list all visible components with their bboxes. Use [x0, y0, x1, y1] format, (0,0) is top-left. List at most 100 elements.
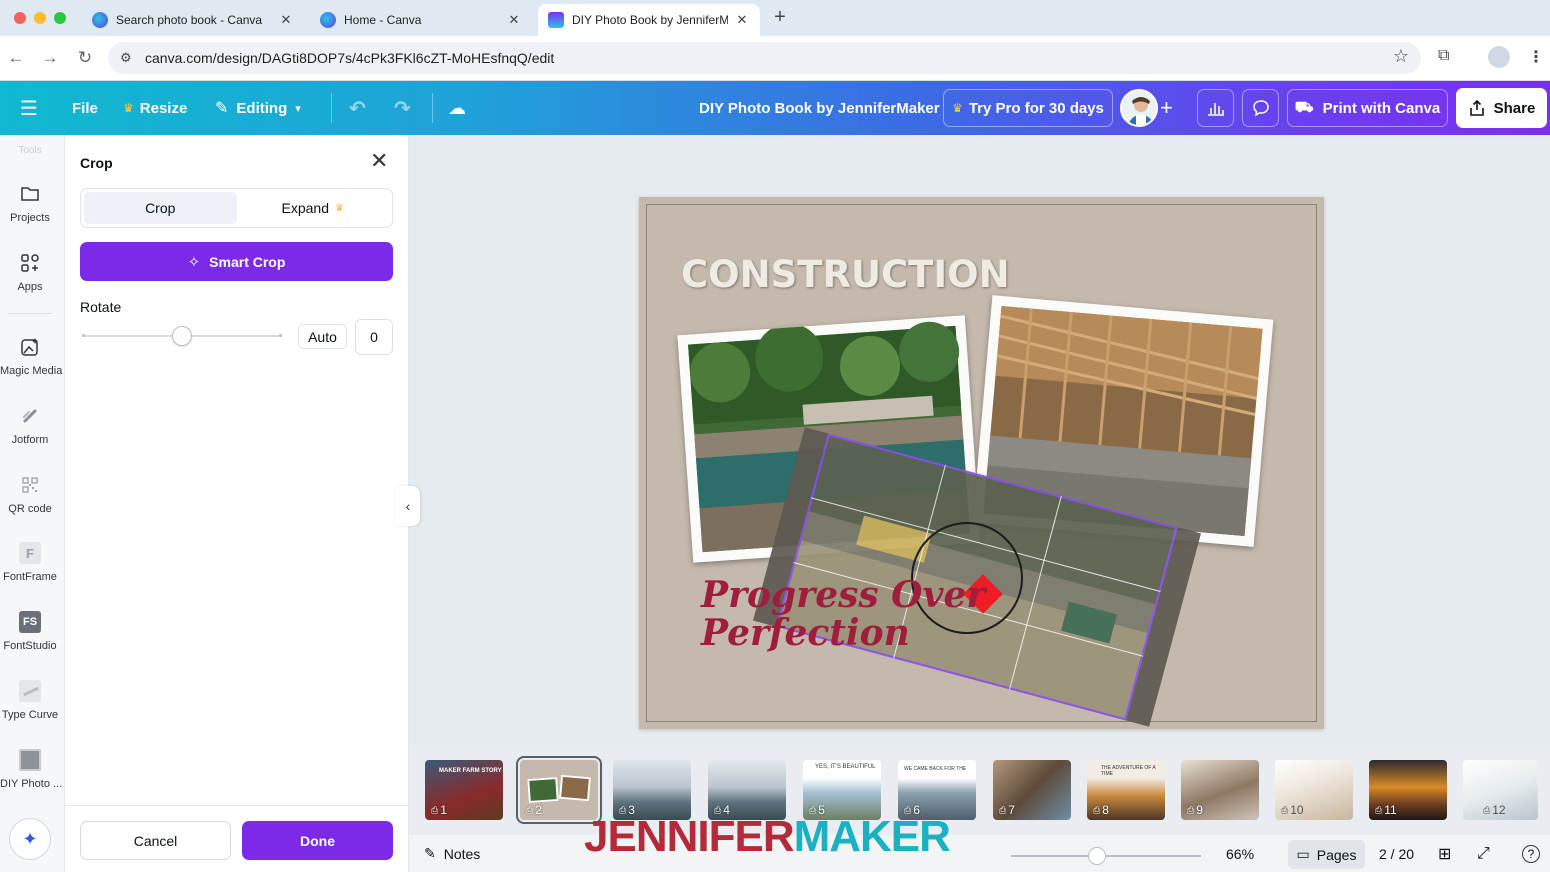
url-omnibox[interactable]: ⚙ canva.com/design/DAGti8DOP7s/4cPk3FKl6… — [108, 42, 1421, 74]
close-icon[interactable]: ✕ — [506, 12, 522, 28]
page-number: 8 — [1102, 803, 1109, 817]
cast-icon[interactable]: ⧉ — [1438, 47, 1449, 65]
tab-expand[interactable]: Expand ♛ — [237, 192, 390, 224]
user-avatar[interactable] — [1120, 89, 1158, 127]
rail-item-jotform[interactable]: Jotform — [0, 404, 60, 446]
fullscreen-icon[interactable]: ⤢ — [1477, 835, 1490, 872]
browser-tab[interactable]: Home - Canva ✕ — [310, 4, 532, 36]
collapse-panel-chevron-icon[interactable]: ‹ — [396, 486, 420, 526]
book-favicon-icon — [548, 12, 564, 28]
zoom-slider-track[interactable] — [1011, 855, 1201, 857]
cancel-button[interactable]: Cancel — [80, 821, 231, 860]
comment-icon[interactable] — [1242, 89, 1279, 127]
document-title[interactable]: DIY Photo Book by JenniferMaker — [699, 81, 940, 135]
done-label: Done — [300, 832, 335, 849]
watermark-part2: MAKER — [793, 812, 951, 861]
add-collaborator-icon[interactable]: + — [1160, 81, 1173, 135]
page-number: 9 — [1196, 803, 1203, 817]
document-title-text: DIY Photo Book by JenniferMaker — [699, 99, 940, 117]
rail-label: FontStudio — [3, 640, 57, 652]
page-thumbnail[interactable]: YES, IT'S BEAUTIFUL ⎙ 5 — [803, 760, 881, 820]
window-close-control[interactable] — [14, 12, 26, 24]
tab-crop[interactable]: Crop — [84, 192, 237, 224]
close-icon[interactable]: ✕ — [370, 150, 388, 172]
undo-icon[interactable]: ↶ — [349, 81, 366, 135]
rail-label: Magic Media — [0, 365, 63, 377]
smart-crop-button[interactable]: ✧ Smart Crop — [80, 242, 393, 281]
profile-avatar-icon[interactable] — [1488, 46, 1510, 68]
close-icon[interactable]: ✕ — [734, 12, 750, 28]
page-number: 10 — [1290, 803, 1304, 817]
page-thumbnail[interactable]: ⎙ 12 — [1463, 760, 1538, 820]
print-with-canva-button[interactable]: ⛟ Print with Canva — [1287, 89, 1448, 127]
back-arrow-icon[interactable]: ← — [4, 46, 28, 70]
rail-item-qr-code[interactable]: QR code — [0, 473, 60, 515]
zoom-slider-handle[interactable] — [1087, 847, 1106, 865]
forward-arrow-icon[interactable]: → — [38, 46, 62, 70]
rail-item-fontframe[interactable]: F FontFrame — [0, 541, 60, 583]
chevron-down-icon: ▾ — [295, 102, 301, 115]
page-thumbnail[interactable]: ⎙ 3 — [613, 760, 691, 820]
notes-button[interactable]: ✎ Notes — [424, 835, 480, 872]
notes-label: Notes — [443, 845, 481, 862]
rail-item-diy-photo[interactable]: DIY Photo ... — [0, 748, 62, 790]
window-zoom-control[interactable] — [54, 12, 66, 24]
canva-assistant-sparkle-icon[interactable]: ✦ — [9, 818, 51, 860]
rail-item-magic-media[interactable]: Magic Media — [0, 335, 63, 377]
share-button[interactable]: Share — [1456, 88, 1547, 128]
reload-icon[interactable]: ↻ — [73, 46, 97, 70]
rotate-slider-handle[interactable] — [172, 326, 192, 346]
page-thumbnail[interactable]: ⎙ 7 — [993, 760, 1071, 820]
page-thumbnail-selected[interactable]: ⎙ 2 — [516, 756, 602, 824]
kebab-menu-icon[interactable]: ⋮ — [1528, 47, 1544, 67]
resize-button[interactable]: ♛ Resize — [123, 81, 187, 135]
page-number: 1 — [440, 803, 447, 817]
hamburger-menu-icon[interactable]: ☰ — [20, 81, 38, 135]
pages-button[interactable]: ▭ Pages — [1288, 840, 1365, 869]
site-settings-icon[interactable]: ⚙ — [120, 50, 132, 66]
canva-favicon-icon — [320, 12, 336, 28]
page-thumbnail[interactable]: MAKER FARM STORY ⎙ 1 — [425, 760, 503, 820]
watermark-part1: JENNIFER — [584, 812, 795, 861]
insights-chart-icon[interactable] — [1197, 89, 1234, 127]
page-thumbnail[interactable]: ⎙ 11 — [1369, 760, 1447, 820]
thumbnail-caption: WE CAME BACK FOR THE — [904, 766, 967, 772]
done-button[interactable]: Done — [242, 821, 393, 860]
close-icon[interactable]: ✕ — [278, 12, 294, 28]
editing-mode-button[interactable]: ✎ Editing ▾ — [215, 81, 301, 135]
rail-item-projects[interactable]: Projects — [0, 182, 60, 224]
page-thumbnail[interactable]: THE ADVENTURE OF A TIME ⎙ 8 — [1087, 760, 1165, 820]
grid-view-icon[interactable]: ⊞ — [1438, 835, 1451, 872]
file-menu[interactable]: File — [72, 81, 98, 135]
help-icon[interactable]: ? — [1522, 835, 1540, 872]
rotate-value-input[interactable]: 0 — [355, 319, 393, 355]
page-thumbnail[interactable]: WE CAME BACK FOR THE ⎙ 6 — [898, 760, 976, 820]
upload-share-icon — [1469, 99, 1484, 116]
rail-item-apps[interactable]: Apps — [0, 251, 60, 293]
browser-tab-active[interactable]: DIY Photo Book by JenniferM ✕ — [538, 4, 760, 36]
script-text-line2[interactable]: Perfection — [701, 613, 910, 653]
auto-rotate-button[interactable]: Auto — [298, 324, 347, 349]
cloud-save-icon[interactable]: ☁ — [448, 81, 466, 135]
page-thumbnail[interactable]: ⎙ 4 — [708, 760, 786, 820]
print-icon: ⎙ — [1093, 804, 1101, 815]
rail-label: Type Curve — [1, 709, 59, 721]
rail-item-type-curve[interactable]: Type Curve — [0, 679, 60, 721]
page-heading-text[interactable]: CONSTRUCTION — [681, 253, 1010, 296]
window-minimize-control[interactable] — [34, 12, 46, 24]
zoom-level[interactable]: 66% — [1226, 835, 1254, 872]
redo-icon[interactable]: ↷ — [394, 81, 411, 135]
design-page[interactable]: CONSTRUCTION Progress Over Perfection — [639, 197, 1324, 729]
bookmark-star-icon[interactable]: ☆ — [1393, 46, 1409, 67]
browser-tab[interactable]: Search photo book - Canva ✕ — [82, 4, 304, 36]
new-tab-icon[interactable]: + — [770, 6, 790, 29]
script-text-line1[interactable]: Progress Over — [701, 575, 985, 615]
print-icon: ⎙ — [1375, 804, 1383, 815]
rail-item-fontstudio[interactable]: FS FontStudio — [0, 610, 60, 652]
page-thumbnail[interactable]: ⎙ 9 — [1181, 760, 1259, 820]
page-thumbnail[interactable]: ⎙ 10 — [1275, 760, 1353, 820]
browser-tab-bar: Search photo book - Canva ✕ Home - Canva… — [0, 0, 1550, 36]
url-text[interactable]: canva.com/design/DAGti8DOP7s/4cPk3FKl6cZ… — [145, 50, 554, 66]
try-pro-label: Try Pro for 30 days — [968, 99, 1104, 117]
try-pro-button[interactable]: ♛ Try Pro for 30 days — [943, 89, 1113, 127]
